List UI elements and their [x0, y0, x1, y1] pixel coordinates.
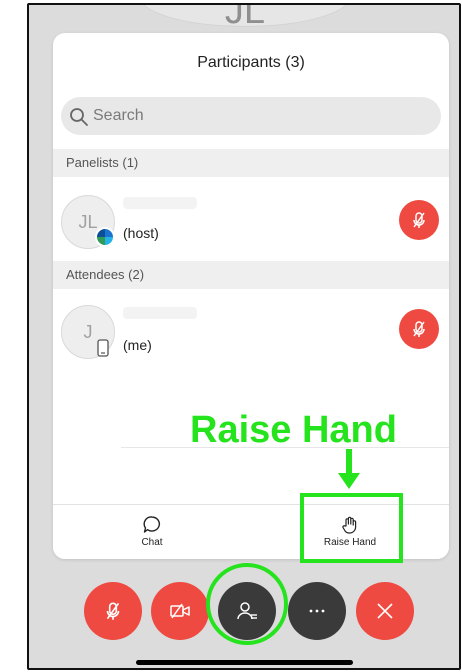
annotation-arrow-icon	[338, 449, 360, 489]
search-icon	[70, 108, 88, 126]
mute-button[interactable]	[84, 582, 142, 640]
name-redacted	[123, 307, 197, 319]
more-button[interactable]	[288, 582, 346, 640]
close-icon	[377, 603, 393, 619]
participant-role: (host)	[123, 225, 159, 241]
chat-bubble-icon	[143, 516, 161, 533]
raise-hand-annotation-label: Raise Hand	[190, 409, 397, 451]
video-button[interactable]	[151, 582, 209, 640]
more-icon	[309, 609, 325, 613]
home-indicator	[136, 660, 353, 665]
raise-hand-highlight-box	[300, 493, 403, 563]
panel-title: Participants (3)	[197, 54, 305, 71]
mute-status-icon[interactable]	[399, 309, 439, 349]
leave-button[interactable]	[356, 582, 414, 640]
webex-badge-icon	[95, 227, 115, 247]
video-off-icon	[170, 603, 190, 619]
search-input[interactable]: Search	[61, 97, 441, 135]
participant-row-me[interactable]: J (me)	[53, 289, 449, 377]
mute-status-icon[interactable]	[399, 200, 439, 240]
participant-role: (me)	[123, 337, 152, 353]
background-avatar: JL	[139, 5, 351, 32]
name-redacted	[123, 197, 197, 209]
search-placeholder: Search	[93, 107, 144, 124]
section-header-attendees: Attendees (2)	[53, 261, 449, 289]
phone-device-icon	[97, 339, 109, 357]
chat-tab-label: Chat	[141, 537, 163, 548]
participants-panel: Participants (3) Search Panelists (1) JL…	[53, 33, 449, 559]
participant-row-host[interactable]: JL (host)	[53, 177, 449, 265]
chat-tab-button[interactable]: Chat	[53, 505, 251, 559]
participants-highlight-ring	[206, 563, 288, 645]
mic-off-icon	[106, 602, 120, 620]
section-header-panelists: Panelists (1)	[53, 149, 449, 177]
